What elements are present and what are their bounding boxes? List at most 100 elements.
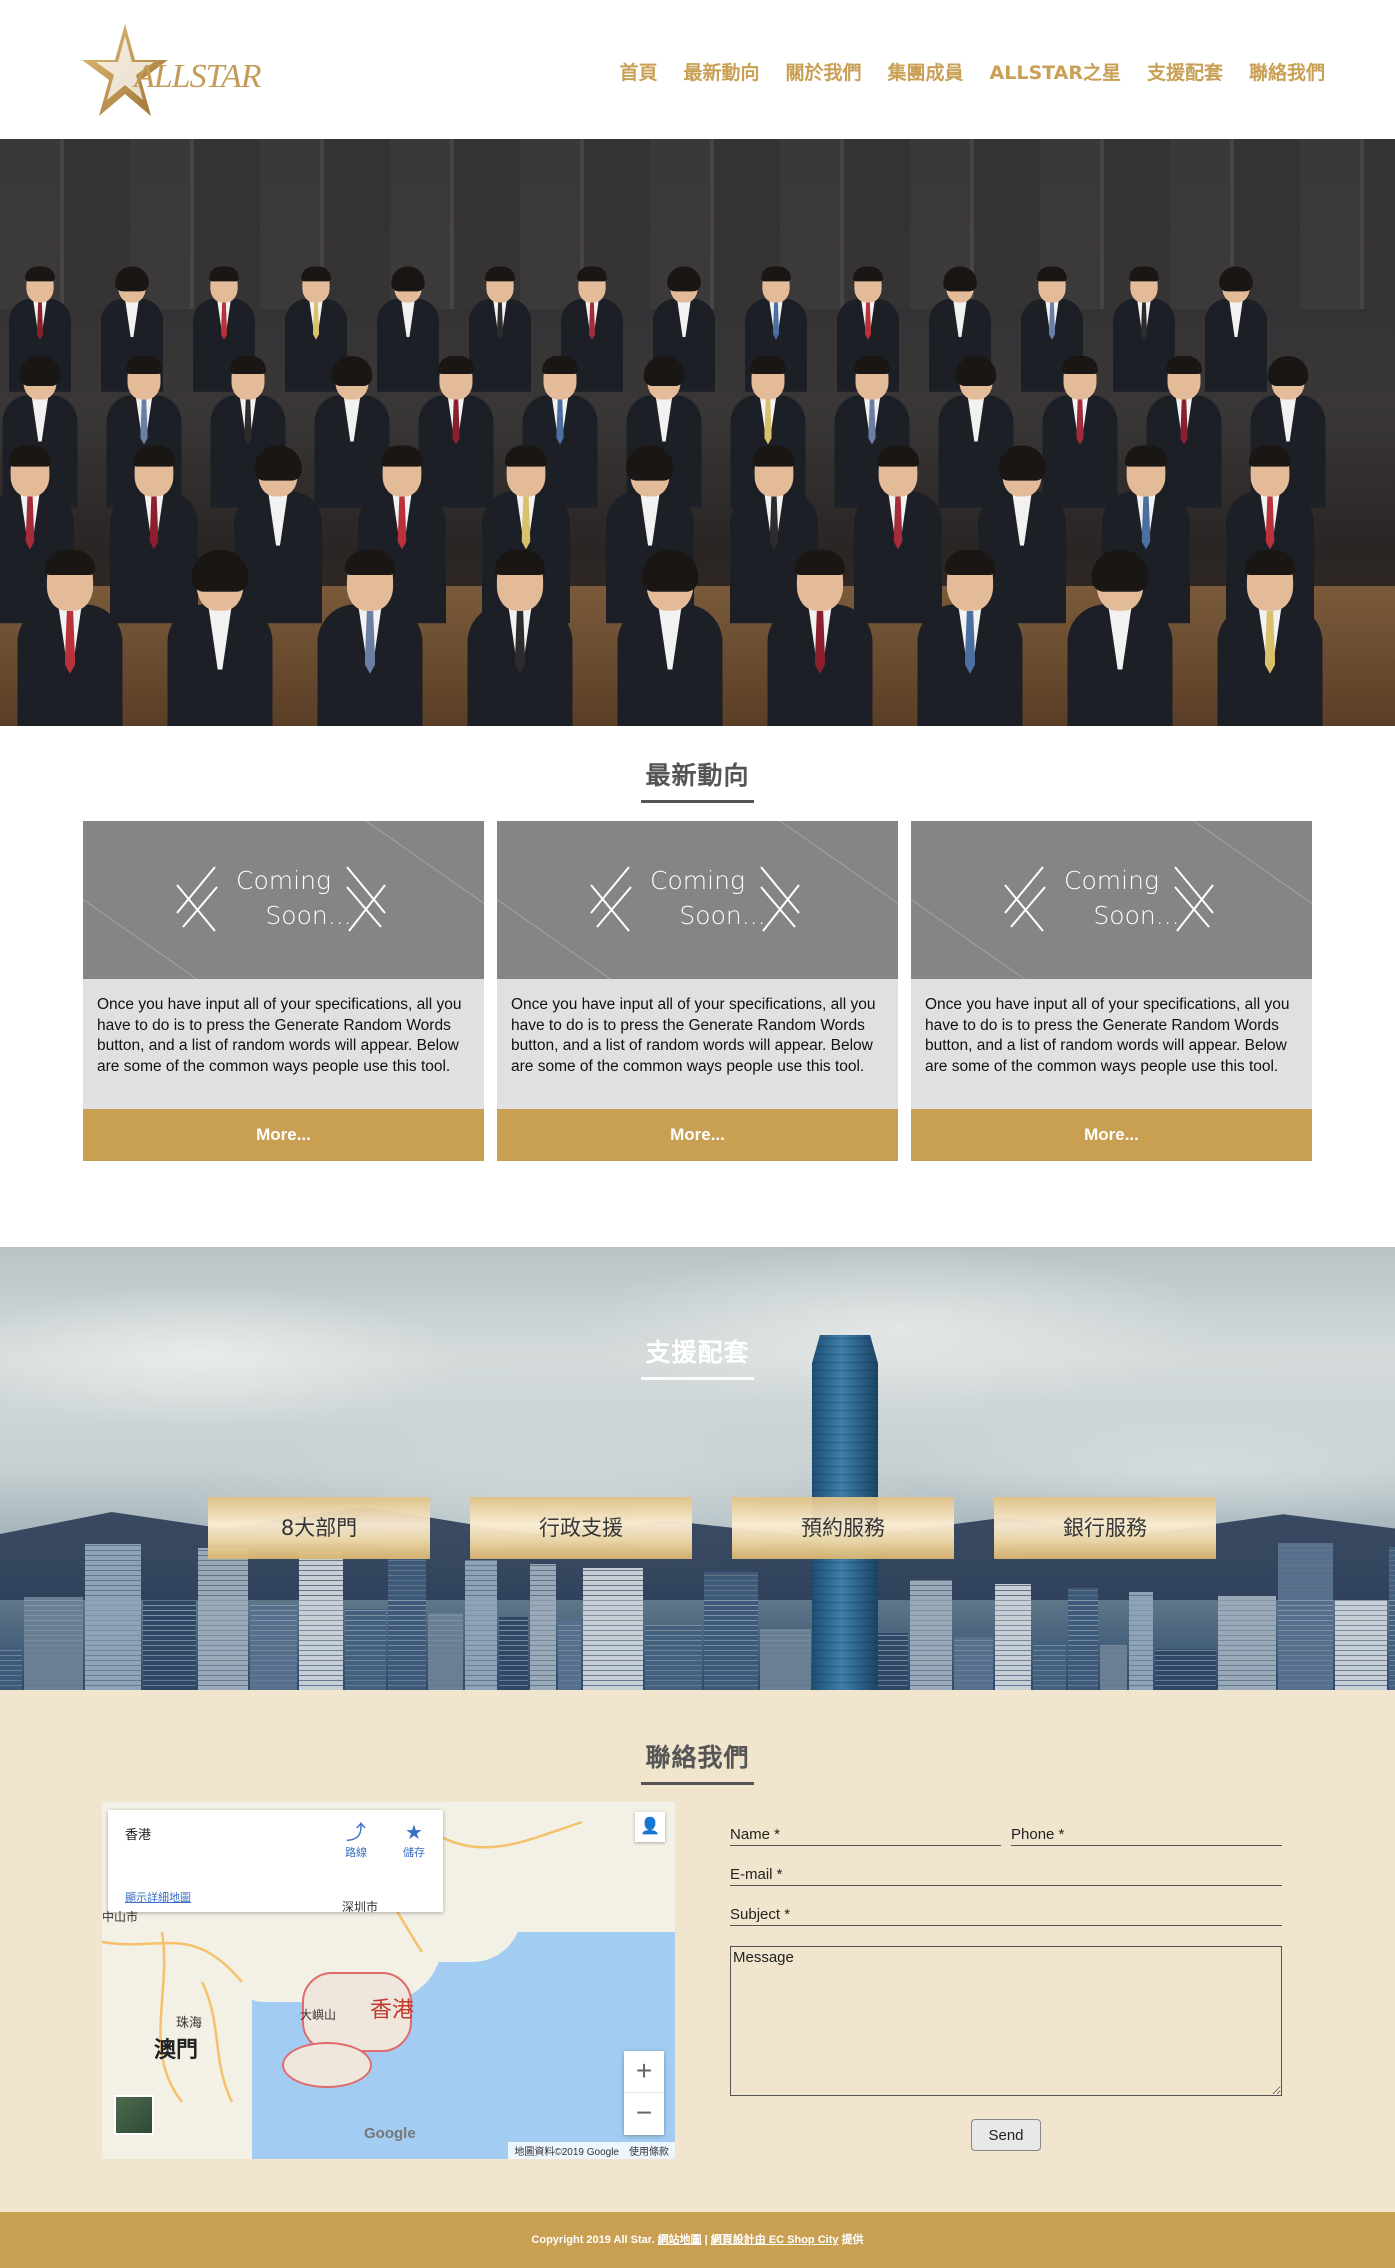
skyline-building bbox=[143, 1601, 196, 1690]
zoom-in-button[interactable]: + bbox=[624, 2051, 664, 2093]
coming-soon-text: Coming Soon... bbox=[650, 866, 766, 930]
map-label-zhuhai: 珠海 bbox=[176, 2015, 203, 2030]
map-attribution[interactable]: 地圖資料©2019 Google 使用條款 bbox=[508, 2142, 675, 2159]
name-field-wrap bbox=[730, 1826, 1001, 1846]
team-member-figure bbox=[917, 549, 1023, 726]
team-member-figure bbox=[617, 549, 723, 726]
skyline-building bbox=[250, 1605, 297, 1690]
skyline-building bbox=[1068, 1588, 1098, 1690]
contact-title: 聯絡我們 bbox=[641, 1738, 754, 1785]
sitemap-link[interactable]: 網站地圖 bbox=[658, 2234, 702, 2246]
skyline-building bbox=[1129, 1592, 1153, 1690]
phone-input[interactable] bbox=[1011, 1826, 1282, 1843]
skyline-building bbox=[345, 1609, 386, 1690]
team-member-figure bbox=[317, 549, 423, 726]
map-info-card: 香港 ⤴ 路線 ★ 儲存 顯示詳細地圖 bbox=[108, 1810, 443, 1912]
copyright-text: Copyright 2019 All Star. bbox=[531, 2234, 655, 2246]
news-card-text: Once you have input all of your specific… bbox=[911, 979, 1312, 1109]
skyline-building bbox=[299, 1552, 343, 1690]
map-place-name: 香港 bbox=[125, 1827, 152, 1842]
map-zoom-controls: + − bbox=[624, 2051, 664, 2135]
message-textarea[interactable] bbox=[730, 1946, 1282, 2096]
team-member-figure bbox=[1067, 549, 1173, 726]
skyline-building bbox=[530, 1564, 556, 1690]
google-map[interactable]: 香港 ⤴ 路線 ★ 儲存 顯示詳細地圖 👤 中山市 深圳市 珠海 澳門 大嶼山 香港… bbox=[102, 1802, 675, 2159]
skyline-building bbox=[995, 1584, 1031, 1690]
skyline-building bbox=[465, 1560, 497, 1690]
nav-contact[interactable]: 聯絡我們 bbox=[1249, 58, 1325, 85]
skyline-building bbox=[583, 1568, 643, 1690]
support-admin-button[interactable]: 行政支援 bbox=[470, 1497, 692, 1559]
skyline-building bbox=[1155, 1649, 1216, 1690]
star-icon: ★ bbox=[405, 1822, 423, 1844]
map-label-zhongshan: 中山市 bbox=[102, 1910, 139, 1924]
coming-soon-text: Coming Soon... bbox=[1064, 866, 1180, 930]
google-logo: Google bbox=[364, 2125, 416, 2142]
coming-soon-image: Coming Soon... bbox=[497, 821, 898, 979]
skyline-building bbox=[645, 1625, 702, 1690]
nav-members[interactable]: 集團成員 bbox=[888, 58, 964, 85]
map-label-hongkong: 香港 bbox=[370, 1998, 415, 2023]
nav-news[interactable]: 最新動向 bbox=[683, 58, 759, 85]
support-booking-button[interactable]: 預約服務 bbox=[732, 1497, 954, 1559]
support-buttons: 8大部門 行政支援 預約服務 銀行服務 bbox=[208, 1497, 1216, 1559]
email-field-wrap bbox=[730, 1866, 1282, 1886]
news-title-wrap: 最新動向 bbox=[0, 756, 1395, 803]
skyline-building bbox=[558, 1621, 581, 1690]
coming-soon-image: Coming Soon... bbox=[83, 821, 484, 979]
skyline-building bbox=[428, 1613, 463, 1690]
more-button[interactable]: More... bbox=[497, 1109, 898, 1161]
support-banking-button[interactable]: 銀行服務 bbox=[994, 1497, 1216, 1559]
subject-field-wrap bbox=[730, 1906, 1282, 1926]
map-larger-link[interactable]: 顯示詳細地圖 bbox=[125, 1889, 191, 1905]
nav-support[interactable]: 支援配套 bbox=[1147, 58, 1223, 85]
skyline-building bbox=[1033, 1641, 1066, 1690]
skyline-building bbox=[388, 1556, 426, 1690]
coming-soon-image: Coming Soon... bbox=[911, 821, 1312, 979]
support-departments-button[interactable]: 8大部門 bbox=[208, 1497, 430, 1559]
map-directions-button[interactable]: ⤴ 路線 bbox=[336, 1822, 376, 1860]
team-member-figure bbox=[1217, 549, 1323, 726]
contact-title-wrap: 聯絡我們 bbox=[0, 1690, 1395, 1785]
allstar-logo[interactable]: ALLSTAR bbox=[82, 20, 302, 120]
site-footer: Copyright 2019 All Star. 網站地圖 | 網頁設計由 EC… bbox=[0, 2212, 1395, 2268]
nav-about[interactable]: 關於我們 bbox=[786, 58, 862, 85]
city-skyline bbox=[0, 1540, 1395, 1690]
nav-allstar-stars[interactable]: ALLSTAR之星 bbox=[990, 58, 1121, 85]
support-section: 支援配套 8大部門 行政支援 預約服務 銀行服務 bbox=[0, 1247, 1395, 1690]
satellite-toggle[interactable] bbox=[114, 2095, 154, 2135]
main-nav: 首頁 最新動向 關於我們 集團成員 ALLSTAR之星 支援配套 聯絡我們 bbox=[619, 58, 1325, 85]
phone-field-wrap bbox=[1011, 1826, 1282, 1846]
team-member-figure bbox=[467, 549, 573, 726]
skyline-building bbox=[1335, 1600, 1387, 1690]
zoom-out-button[interactable]: − bbox=[624, 2093, 664, 2135]
skyline-building bbox=[1100, 1645, 1127, 1690]
send-button[interactable]: Send bbox=[971, 2119, 1041, 2151]
nav-home[interactable]: 首頁 bbox=[619, 58, 657, 85]
more-button[interactable]: More... bbox=[83, 1109, 484, 1161]
news-section: 最新動向 Coming Soon... Once you have input … bbox=[0, 726, 1395, 1247]
news-card-text: Once you have input all of your specific… bbox=[497, 979, 898, 1109]
name-input[interactable] bbox=[730, 1826, 1001, 1843]
skyline-building bbox=[760, 1629, 811, 1690]
news-card-text: Once you have input all of your specific… bbox=[83, 979, 484, 1109]
support-title-wrap: 支援配套 bbox=[0, 1333, 1395, 1380]
skyline-building bbox=[1278, 1543, 1333, 1690]
skyline-building bbox=[24, 1597, 83, 1690]
skyline-building bbox=[85, 1544, 141, 1690]
news-title: 最新動向 bbox=[641, 756, 754, 803]
subject-input[interactable] bbox=[730, 1906, 1282, 1923]
map-save-button[interactable]: ★ 儲存 bbox=[394, 1822, 434, 1860]
news-card: Coming Soon... Once you have input all o… bbox=[497, 821, 898, 1161]
contact-form: Send bbox=[730, 1826, 1282, 2151]
team-member-figure bbox=[767, 549, 873, 726]
support-title: 支援配套 bbox=[641, 1333, 754, 1380]
email-input[interactable] bbox=[730, 1866, 1282, 1883]
team-member-figure bbox=[17, 549, 123, 726]
skyline-building bbox=[1389, 1547, 1395, 1690]
skyline-building bbox=[198, 1548, 248, 1690]
news-card: Coming Soon... Once you have input all o… bbox=[911, 821, 1312, 1161]
design-credit-link[interactable]: 網頁設計由 EC Shop City bbox=[711, 2234, 839, 2246]
more-button[interactable]: More... bbox=[911, 1109, 1312, 1161]
pegman-icon[interactable]: 👤 bbox=[635, 1812, 665, 1842]
